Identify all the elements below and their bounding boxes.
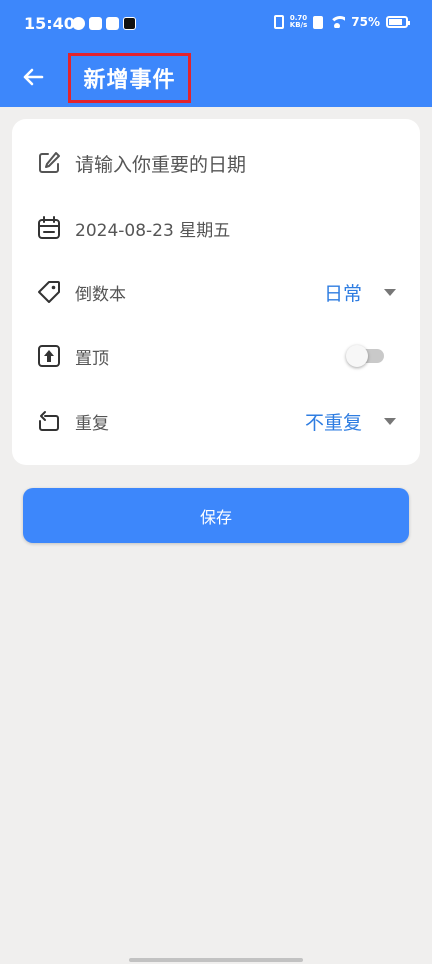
event-form-card: 请输入你重要的日期 2024-08-23 星期五 倒数本 日常 置顶 重复 不重… bbox=[12, 119, 420, 465]
network-speed-unit: KB/s bbox=[289, 21, 308, 29]
pin-row: 置顶 bbox=[12, 324, 420, 388]
date-row[interactable]: 2024-08-23 星期五 bbox=[12, 196, 420, 260]
tag-icon bbox=[38, 281, 60, 303]
repeat-label: 重复 bbox=[75, 413, 109, 434]
tiktok-notification-icon bbox=[123, 17, 136, 30]
pin-to-top-icon bbox=[38, 345, 60, 367]
repeat-value[interactable]: 不重复 bbox=[305, 408, 362, 435]
edit-icon bbox=[39, 152, 60, 173]
pin-label: 置顶 bbox=[75, 348, 109, 369]
repeat-dropdown-icon[interactable] bbox=[384, 417, 396, 425]
pin-toggle-knob bbox=[346, 345, 368, 367]
title-highlight-box: 新增事件 bbox=[68, 53, 191, 103]
status-time: 15:40 bbox=[24, 14, 75, 33]
category-row[interactable]: 倒数本 日常 bbox=[12, 260, 420, 324]
notification-icons bbox=[72, 17, 136, 30]
app-bar: 新增事件 bbox=[0, 50, 432, 107]
battery-percent: 75% bbox=[351, 15, 380, 29]
category-value[interactable]: 日常 bbox=[324, 279, 362, 306]
category-dropdown-icon[interactable] bbox=[384, 288, 396, 296]
status-bar: 15:40 0.70 KB/s 75% bbox=[0, 0, 432, 50]
crown-notification-icon bbox=[89, 17, 102, 30]
app-notification-icon bbox=[72, 17, 85, 30]
category-label: 倒数本 bbox=[75, 284, 126, 305]
sim-icon bbox=[313, 15, 324, 29]
mail-notification-icon bbox=[106, 17, 119, 30]
status-right: 0.70 KB/s 75% bbox=[273, 15, 410, 29]
repeat-row[interactable]: 重复 不重复 bbox=[12, 389, 420, 453]
page-title: 新增事件 bbox=[83, 68, 176, 93]
vibrate-icon bbox=[273, 15, 284, 29]
pin-toggle[interactable] bbox=[346, 345, 384, 367]
date-value[interactable]: 2024-08-23 星期五 bbox=[75, 216, 230, 241]
back-arrow-icon[interactable] bbox=[18, 62, 48, 92]
wifi-icon bbox=[329, 16, 346, 28]
date-name-input-row[interactable]: 请输入你重要的日期 bbox=[12, 131, 420, 195]
home-indicator[interactable] bbox=[129, 958, 303, 962]
network-speed: 0.70 KB/s bbox=[290, 15, 307, 29]
save-button[interactable]: 保存 bbox=[23, 488, 409, 543]
battery-icon bbox=[386, 16, 410, 28]
event-name-input[interactable]: 请输入你重要的日期 bbox=[75, 150, 246, 177]
repeat-icon bbox=[39, 411, 59, 431]
calendar-icon bbox=[38, 216, 60, 239]
